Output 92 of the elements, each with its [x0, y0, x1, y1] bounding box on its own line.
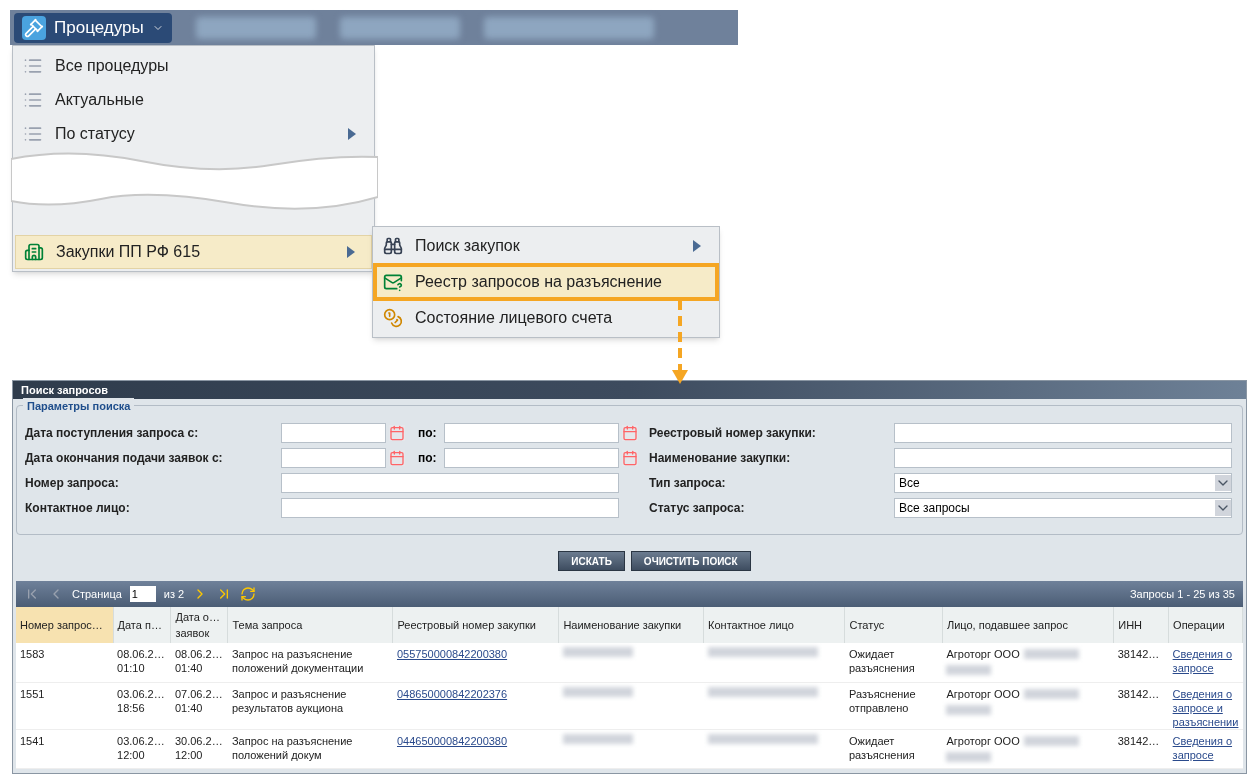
- field-label: по:: [418, 424, 436, 442]
- blurred-toolbar-button[interactable]: [339, 16, 460, 39]
- table-cell: 08.06.2… 01:40: [170, 643, 228, 682]
- table-cell: 38142…: [1113, 643, 1169, 682]
- table-cell: 03.06.2… 12:00: [113, 729, 171, 768]
- search-panel-button[interactable]: ОЧИСТИТЬ ПОИСК: [630, 551, 751, 571]
- table-cell: 1541: [16, 729, 113, 768]
- blurred-text: [946, 751, 992, 762]
- field-label: Контактное лицо:: [25, 499, 131, 517]
- details-link[interactable]: Сведения о запросе и разъяснении: [1172, 686, 1239, 729]
- calendar-icon: [622, 449, 638, 466]
- column-header[interactable]: Дата о… заявок: [170, 607, 228, 643]
- column-header[interactable]: Дата п…: [113, 607, 171, 643]
- coins-icon: [383, 308, 403, 328]
- table-cell: Запрос на разъяснение положений документации: [227, 643, 393, 682]
- blurred-text: [946, 665, 992, 675]
- field-label: Номер запроса:: [25, 474, 120, 492]
- blurred-toolbar-button[interactable]: [483, 16, 654, 39]
- calendar-icon: [389, 449, 405, 466]
- table-cell: 1551: [16, 682, 113, 729]
- column-header[interactable]: Номер запрос…: [16, 607, 113, 643]
- table-cell: 30.06.2… 12:00: [170, 729, 228, 768]
- table-cell: Ожидает разъяснения: [845, 643, 943, 682]
- search-panel-button[interactable]: ИСКАТЬ: [558, 551, 625, 571]
- dropdown-icon: [1215, 499, 1231, 516]
- table-cell: 1583: [16, 643, 113, 682]
- table-cell: 03.06.2… 18:56: [113, 682, 171, 729]
- registry-number-link[interactable]: 048650000842202376: [397, 687, 508, 700]
- binoculars-icon: [383, 236, 403, 256]
- refresh-icon[interactable]: [240, 586, 257, 602]
- blurred-text: [946, 704, 992, 715]
- calendar-icon: [622, 424, 638, 441]
- page-label: Страница: [72, 586, 122, 602]
- table-cell: Разъяснение отправлено: [845, 682, 943, 729]
- blurred-text: [1023, 649, 1079, 659]
- text-field[interactable]: [281, 472, 619, 493]
- column-header[interactable]: Реестровый номер закупки: [393, 607, 559, 643]
- blurred-text: [562, 733, 633, 744]
- column-header[interactable]: Лицо, подавшее запрос: [942, 607, 1114, 643]
- text-field[interactable]: [894, 447, 1232, 468]
- column-header[interactable]: Контактное лицо: [703, 607, 845, 643]
- column-header[interactable]: Статус: [845, 607, 943, 643]
- details-link[interactable]: Сведения о запросе: [1172, 733, 1239, 762]
- table-cell: 38142…: [1113, 729, 1169, 768]
- details-link[interactable]: Сведения о запросе: [1172, 647, 1239, 675]
- menu-item[interactable]: Закупки ПП РФ 615: [15, 235, 372, 269]
- list-icon: [23, 56, 43, 76]
- blurred-text: [1023, 735, 1079, 746]
- table-cell: Ожидает разъяснения: [845, 729, 943, 768]
- text-field[interactable]: [894, 422, 1232, 443]
- record-summary: Запросы 1 - 25 из 35: [1129, 586, 1235, 602]
- column-header[interactable]: Тема запроса: [227, 607, 393, 643]
- table-cell: Агроторг ООО: [946, 686, 1020, 701]
- building-icon: [24, 242, 44, 262]
- list-icon: [23, 124, 43, 144]
- blurred-text: [562, 686, 633, 697]
- menu-item[interactable]: Реестр запросов на разъяснение: [375, 265, 717, 299]
- text-field[interactable]: [281, 497, 619, 518]
- list-icon: [23, 90, 43, 110]
- table-cell: 08.06.2… 01:10: [113, 643, 171, 682]
- field-label: Тип запроса:: [649, 474, 727, 492]
- procedures-menu-button[interactable]: Процедуры: [14, 12, 172, 43]
- field-label: Наименование закупки:: [649, 449, 792, 467]
- page-count: из 2: [163, 586, 185, 602]
- field-label: Статус запроса:: [649, 499, 746, 517]
- panel-title: Поиск запросов: [13, 381, 1246, 399]
- table-cell: Агроторг ООО: [946, 647, 1020, 661]
- table-cell: 38142…: [1113, 682, 1169, 729]
- registry-number-link[interactable]: 055750000842200380: [397, 648, 508, 660]
- select-field[interactable]: Все запросы: [894, 497, 1232, 518]
- page-number-field[interactable]: 1: [129, 586, 156, 602]
- blurred-text: [562, 647, 633, 657]
- blurred-toolbar-button[interactable]: [195, 16, 316, 39]
- table-cell: Запрос и разъяснение результатов аукциона: [227, 682, 393, 729]
- registry-number-link[interactable]: 044650000842200380: [397, 734, 508, 747]
- dropdown-icon: [1215, 474, 1231, 491]
- field-label: Реестровый номер закупки:: [649, 424, 817, 442]
- select-field[interactable]: Все: [894, 472, 1232, 493]
- gavel-icon: [22, 15, 46, 40]
- column-header[interactable]: Наименование закупки: [558, 607, 704, 643]
- table-cell: Запрос на разъяснение положений докум: [227, 729, 393, 768]
- column-header[interactable]: ИНН: [1113, 607, 1169, 643]
- table-cell: Агроторг ООО: [946, 733, 1020, 748]
- table-cell: 07.06.2… 01:40: [170, 682, 228, 729]
- field-label: по:: [418, 449, 436, 467]
- column-header[interactable]: Операции: [1168, 607, 1243, 643]
- blurred-text: [1023, 688, 1079, 699]
- fieldset-legend: Параметры поиска: [23, 398, 135, 415]
- envelope-question-icon: [383, 272, 403, 292]
- field-label: Дата поступления запроса с:: [25, 424, 200, 442]
- field-label: Дата окончания подачи заявок с:: [25, 449, 224, 467]
- calendar-icon: [389, 424, 405, 441]
